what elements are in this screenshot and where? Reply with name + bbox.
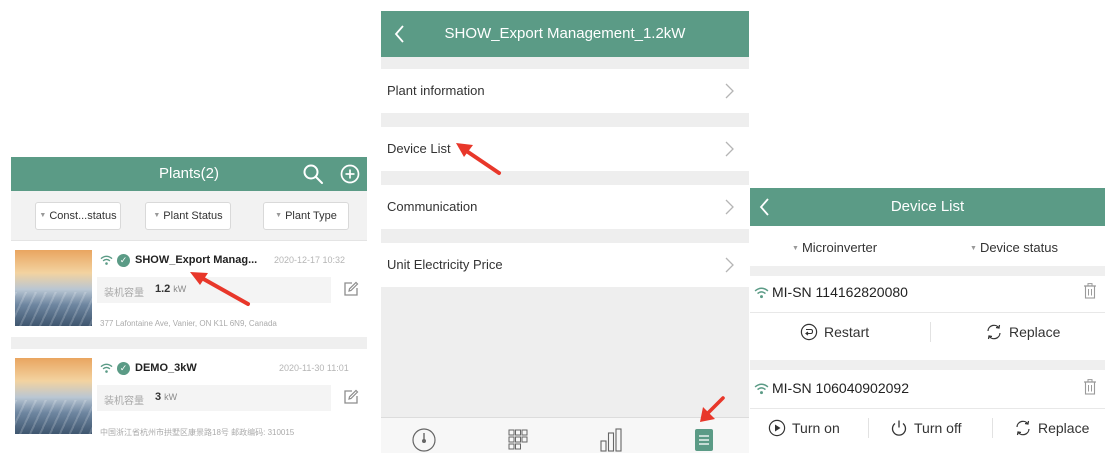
wifi-icon <box>100 363 113 373</box>
delete-trash-icon[interactable] <box>1083 379 1097 395</box>
button-label: Replace <box>1009 324 1061 340</box>
plants-screen: Plants(2) ▼ Const...status ▼ Plant Status … <box>11 157 367 453</box>
play-icon <box>768 419 786 437</box>
filter-label: Device status <box>979 240 1058 255</box>
restart-icon <box>800 323 818 341</box>
plant-filter-bar: ▼ Const...status ▼ Plant Status ▼ Plant Typ… <box>11 191 367 241</box>
plant-type-filter[interactable]: ▼ Plant Type <box>263 202 349 230</box>
annotation-arrow <box>190 272 250 306</box>
filter-label: Const...status <box>49 210 117 222</box>
delete-trash-icon[interactable] <box>1083 283 1097 299</box>
plant-photo <box>15 250 92 326</box>
divider <box>750 266 1105 276</box>
menu-list-icon[interactable] <box>691 427 717 453</box>
chevron-right-icon <box>725 141 734 157</box>
device-row: MI-SN 106040902092 Turn on Turn off Repl… <box>750 372 1105 453</box>
chevron-right-icon <box>725 199 734 215</box>
capacity-number: 1.2 <box>155 283 171 295</box>
divider <box>992 418 993 438</box>
capacity-unit: kW <box>173 284 187 294</box>
wifi-icon <box>754 383 769 395</box>
plant-menu-title: SHOW_Export Management_1.2kW <box>444 25 686 42</box>
menu-item-label: Communication <box>387 199 478 214</box>
replace-icon <box>987 324 1001 340</box>
device-serial: MI-SN 114162820080 <box>772 284 908 300</box>
button-label: Turn on <box>792 420 840 436</box>
turn-off-button[interactable]: Turn off <box>890 418 961 438</box>
capacity-label: 装机容量 <box>104 288 144 299</box>
capacity-label: 装机容量 <box>104 396 144 407</box>
plant-name: SHOW_Export Manag... <box>135 254 258 266</box>
button-label: Replace <box>1038 420 1090 436</box>
device-row: MI-SN 114162820080 Restart Replace <box>750 276 1105 364</box>
dashboard-gauge-icon[interactable] <box>411 427 437 453</box>
plant-card[interactable]: ✓ DEMO_3kW 2020-11-30 11:01 装机容量 3 kW 中国浙… <box>11 351 367 443</box>
device-list-title: Device List <box>890 198 965 215</box>
capacity-box: 装机容量 3 kW <box>97 385 331 411</box>
capacity-value: 1.2 kW <box>155 283 186 295</box>
divider <box>930 322 931 342</box>
plant-address: 中国浙江省杭州市拱墅区康景路18号 邮政编码: 310015 <box>100 428 295 437</box>
divider <box>750 312 1105 313</box>
filter-label: Plant Type <box>285 210 337 222</box>
capacity-value: 3 kW <box>155 391 177 403</box>
filter-label: Microinverter <box>801 240 878 255</box>
plant-address: 377 Lafontaine Ave, Vanier, ON K1L 6N9, … <box>100 319 277 328</box>
annotation-arrow <box>700 396 725 422</box>
divider <box>868 418 869 438</box>
menu-item-unit-electricity-price[interactable]: Unit Electricity Price <box>381 243 749 287</box>
search-icon[interactable] <box>301 162 325 186</box>
wifi-icon <box>100 255 113 265</box>
capacity-number: 3 <box>155 391 162 403</box>
plant-status-filter[interactable]: ▼ Plant Status <box>145 202 231 230</box>
online-check-icon: ✓ <box>117 362 130 375</box>
panel-layout-icon[interactable] <box>505 427 531 453</box>
divider <box>11 337 367 349</box>
capacity-unit: kW <box>164 392 178 402</box>
replace-button[interactable]: Replace <box>1014 418 1089 438</box>
divider <box>750 408 1105 409</box>
menu-item-communication[interactable]: Communication <box>381 185 749 229</box>
menu-item-label: Device List <box>387 141 451 156</box>
chevron-right-icon <box>725 257 734 273</box>
edit-icon[interactable] <box>343 389 359 405</box>
divider <box>750 360 1105 370</box>
construction-status-filter[interactable]: ▼ Const...status <box>35 202 121 230</box>
plant-menu-header: SHOW_Export Management_1.2kW <box>381 11 749 57</box>
chevron-right-icon <box>725 83 734 99</box>
menu-item-label: Plant information <box>387 83 485 98</box>
turn-on-button[interactable]: Turn on <box>768 418 840 438</box>
plant-menu-screen: SHOW_Export Management_1.2kW Plant infor… <box>381 11 749 453</box>
bottom-tab-bar <box>381 417 749 453</box>
button-label: Turn off <box>914 420 962 436</box>
device-list-header: Device List <box>750 188 1105 226</box>
add-plant-icon[interactable] <box>338 162 362 186</box>
power-icon <box>891 420 907 436</box>
bar-chart-icon[interactable] <box>598 427 624 453</box>
device-type-filter[interactable]: ▼ Microinverter <box>792 240 877 255</box>
device-serial: MI-SN 106040902092 <box>772 380 909 396</box>
menu-item-label: Unit Electricity Price <box>387 257 503 272</box>
wifi-icon <box>754 287 769 299</box>
plants-header: Plants(2) <box>11 157 367 191</box>
edit-icon[interactable] <box>343 281 359 297</box>
replace-button[interactable]: Replace <box>985 322 1060 342</box>
plant-date: 2020-12-17 10:32 <box>274 255 346 265</box>
device-status-filter[interactable]: ▼ Device status <box>970 240 1058 255</box>
online-check-icon: ✓ <box>117 254 130 267</box>
button-label: Restart <box>824 324 870 340</box>
menu-item-plant-information[interactable]: Plant information <box>381 69 749 113</box>
restart-button[interactable]: Restart <box>800 322 869 342</box>
menu-item-device-list[interactable]: Device List <box>381 127 749 171</box>
replace-icon <box>1016 420 1030 436</box>
plant-name: DEMO_3kW <box>135 362 197 374</box>
annotation-arrow <box>456 143 501 175</box>
plant-date: 2020-11-30 11:01 <box>279 363 349 373</box>
plant-photo <box>15 358 92 434</box>
filter-label: Plant Status <box>163 210 223 222</box>
device-list-screen: Device List ▼ Microinverter ▼ Device statu… <box>750 188 1105 453</box>
